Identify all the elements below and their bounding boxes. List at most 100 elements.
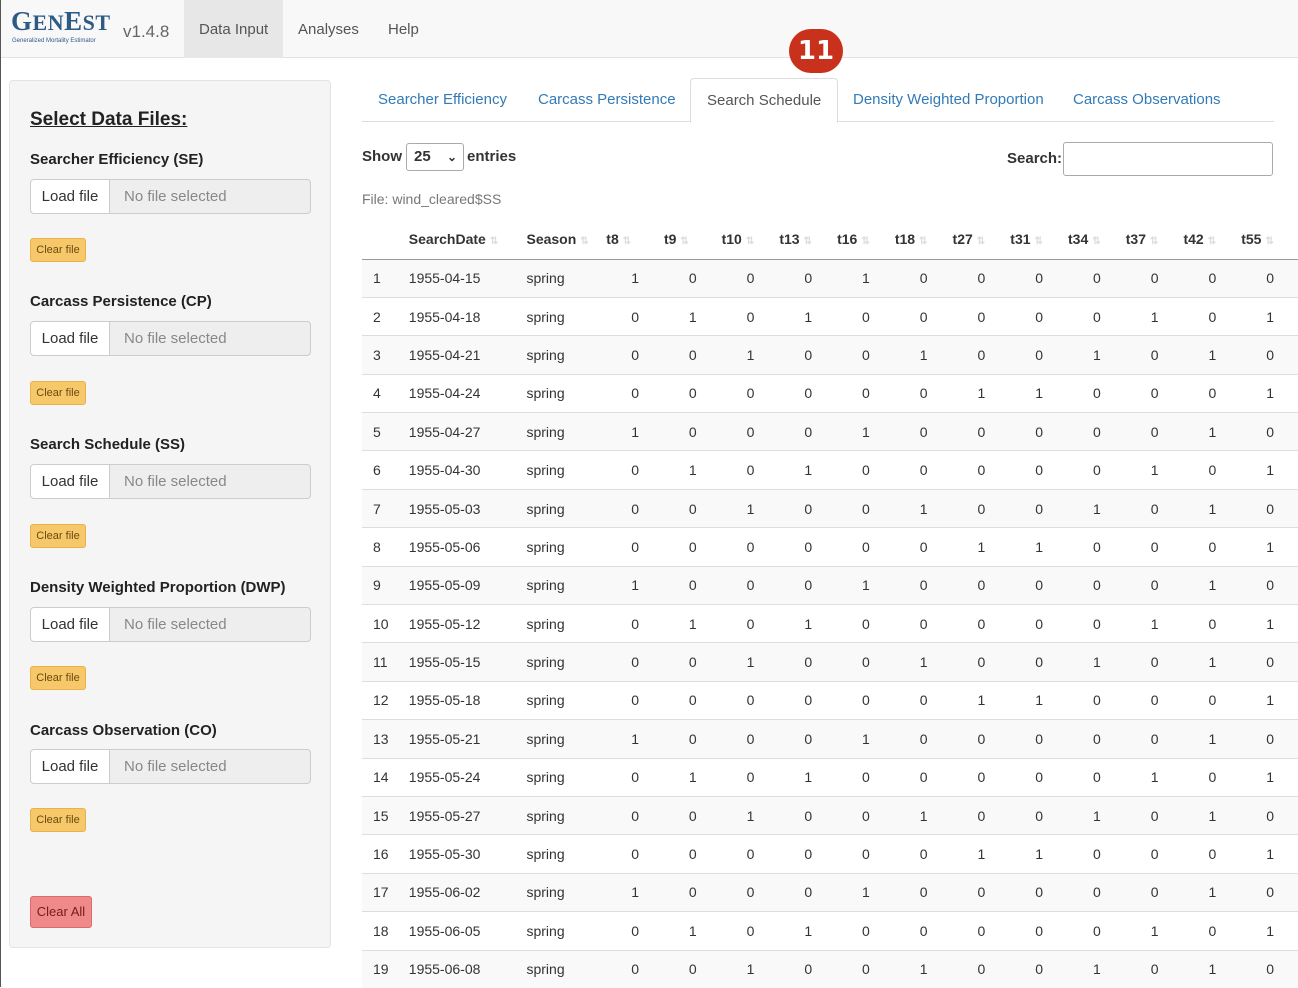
- ss-file-field[interactable]: No file selected: [109, 464, 311, 499]
- table-cell: 0: [721, 719, 780, 759]
- tab-search-schedule[interactable]: Search Schedule: [690, 78, 839, 123]
- table-row[interactable]: 17 1955-06-02 spring 1 0 0 0 1 0 0 0 0 0 1 0: [362, 872, 1298, 912]
- table-cell: 0: [1125, 335, 1184, 375]
- entries-select[interactable]: 25 ⌄: [406, 143, 464, 171]
- table-cell: 0: [663, 335, 722, 375]
- entries-label: entries: [467, 148, 517, 165]
- table-cell: 0: [1125, 258, 1184, 298]
- table-cell: 1: [894, 488, 953, 528]
- column-header-index[interactable]: [362, 219, 409, 260]
- se-clear-button[interactable]: Clear file: [30, 238, 86, 262]
- cp-file-field[interactable]: No file selected: [109, 321, 311, 356]
- table-cell: 0: [894, 373, 953, 413]
- table-cell: 0: [721, 527, 780, 567]
- dwp-clear-button[interactable]: Clear file: [30, 666, 86, 690]
- table-row[interactable]: 18 1955-06-05 spring 0 1 0 1 0 0 0 0 0 1 0 1: [362, 911, 1298, 951]
- dwp-load-button[interactable]: Load file: [30, 607, 110, 642]
- table-cell: 1: [837, 412, 895, 451]
- column-header-t37[interactable]: t37 ⇅: [1125, 219, 1184, 260]
- table-cell: 0: [721, 258, 780, 298]
- table-row[interactable]: 6 1955-04-30 spring 0 1 0 1 0 0 0 0 0 1 0 1: [362, 450, 1298, 490]
- ss-clear-button[interactable]: Clear file: [30, 524, 86, 548]
- sort-icon: ⇅: [976, 235, 986, 247]
- table-row[interactable]: 14 1955-05-24 spring 0 1 0 1 0 0 0 0 0 1 0 1: [362, 757, 1298, 797]
- column-header-t10[interactable]: t10 ⇅: [721, 219, 780, 260]
- table-cell: 0: [1068, 412, 1126, 451]
- table-cell: 0: [837, 680, 895, 720]
- co-load-button[interactable]: Load file: [30, 749, 110, 784]
- column-header-t8[interactable]: t8 ⇅: [606, 219, 664, 260]
- tab-density-weighted-proportion[interactable]: Density Weighted Proportion: [837, 78, 1060, 122]
- se-file-group: Load file No file selected: [30, 179, 311, 214]
- table-cell: 0: [721, 834, 780, 874]
- table-row[interactable]: 5 1955-04-27 spring 1 0 0 0 1 0 0 0 0 0 1 0: [362, 412, 1298, 451]
- table-row[interactable]: 3 1955-04-21 spring 0 0 1 0 0 1 0 0 1 0 1 0: [362, 335, 1298, 375]
- table-row[interactable]: 15 1955-05-27 spring 0 0 1 0 0 1 0 0 1 0 1 0: [362, 795, 1298, 835]
- column-header-t34[interactable]: t34 ⇅: [1068, 219, 1126, 260]
- ss-load-button[interactable]: Load file: [30, 464, 110, 499]
- cp-load-button[interactable]: Load file: [30, 321, 110, 356]
- table-cell: 1955-05-12: [408, 604, 527, 643]
- co-file-field[interactable]: No file selected: [109, 749, 311, 784]
- column-header-t9[interactable]: t9 ⇅: [663, 219, 722, 260]
- table-cell: 0: [894, 719, 953, 759]
- tab-searcher-efficiency[interactable]: Searcher Efficiency: [362, 78, 523, 122]
- table-cell: 0: [1068, 872, 1126, 912]
- table-row[interactable]: 10 1955-05-12 spring 0 1 0 1 0 0 0 0 0 1 0 1: [362, 604, 1298, 643]
- tab-carcass-persistence[interactable]: Carcass Persistence: [522, 78, 692, 122]
- table-row[interactable]: 2 1955-04-18 spring 0 1 0 1 0 0 0 0 0 1 0 1: [362, 296, 1298, 336]
- tab-carcass-observations[interactable]: Carcass Observations: [1057, 78, 1237, 122]
- table-row[interactable]: 12 1955-05-18 spring 0 0 0 0 0 0 1 1 0 0 0 1: [362, 680, 1298, 720]
- table-cell: 0: [1068, 834, 1126, 874]
- table-cell: spring: [526, 258, 607, 298]
- table-row[interactable]: 16 1955-05-30 spring 0 0 0 0 0 0 1 1 0 0 0 1: [362, 834, 1298, 874]
- column-header-t55[interactable]: t55 ⇅: [1241, 219, 1298, 260]
- table-cell: 0: [1241, 795, 1298, 835]
- table-row[interactable]: 1 1955-04-15 spring 1 0 0 0 1 0 0 0 0 0 0 0: [362, 258, 1298, 298]
- dwp-label: Density Weighted Proportion (DWP): [30, 579, 286, 596]
- table-row[interactable]: 8 1955-05-06 spring 0 0 0 0 0 0 1 1 0 0 0 1: [362, 527, 1298, 567]
- column-header-t27[interactable]: t27 ⇅: [952, 219, 1011, 260]
- version-label: v1.4.8: [123, 22, 170, 41]
- search-input[interactable]: [1063, 142, 1273, 176]
- dwp-file-field[interactable]: No file selected: [109, 607, 311, 642]
- column-header-season[interactable]: Season ⇅: [526, 219, 607, 260]
- table-cell: 0: [779, 373, 838, 413]
- sort-icon: ⇅: [580, 235, 589, 247]
- table-row[interactable]: 9 1955-05-09 spring 1 0 0 0 1 0 0 0 0 0 1 0: [362, 565, 1298, 605]
- table-cell: 0: [721, 911, 780, 951]
- co-clear-button[interactable]: Clear file: [30, 808, 86, 832]
- column-header-t16[interactable]: t16 ⇅: [837, 219, 895, 260]
- table-cell: 9: [362, 565, 409, 605]
- column-header-searchdate[interactable]: SearchDate ⇅: [408, 219, 527, 260]
- cp-label: Carcass Persistence (CP): [30, 293, 212, 310]
- show-label: Show: [362, 148, 402, 165]
- table-cell: 1: [779, 911, 838, 951]
- se-file-field[interactable]: No file selected: [109, 179, 311, 214]
- se-load-button[interactable]: Load file: [30, 179, 110, 214]
- column-header-t42[interactable]: t42 ⇅: [1183, 219, 1242, 260]
- table-cell: 0: [1183, 373, 1242, 413]
- table-row[interactable]: 13 1955-05-21 spring 1 0 0 0 1 0 0 0 0 0 1 0: [362, 719, 1298, 759]
- table-cell: 0: [837, 527, 895, 567]
- clear-all-button[interactable]: Clear All: [30, 896, 92, 928]
- table-cell: spring: [526, 412, 607, 451]
- table-cell: 10: [362, 604, 409, 643]
- table-cell: 1: [1183, 642, 1242, 682]
- cp-clear-button[interactable]: Clear file: [30, 381, 86, 405]
- table-cell: 0: [952, 258, 1011, 298]
- nav-data-input[interactable]: Data Input: [184, 0, 284, 58]
- table-row[interactable]: 11 1955-05-15 spring 0 0 1 0 0 1 0 0 1 0 1 0: [362, 642, 1298, 682]
- table-row[interactable]: 19 1955-06-08 spring 0 0 1 0 0 1 0 0 1 0 1 0: [362, 949, 1298, 988]
- table-row[interactable]: 7 1955-05-03 spring 0 0 1 0 0 1 0 0 1 0 1 0: [362, 488, 1298, 528]
- genest-logo[interactable]: GENEST Generalized Mortality Estimator v…: [11, 6, 181, 52]
- table-cell: 0: [894, 450, 953, 490]
- nav-analyses[interactable]: Analyses: [283, 0, 374, 58]
- table-cell: 0: [779, 488, 838, 528]
- nav-help[interactable]: Help: [373, 0, 434, 58]
- column-header-t31[interactable]: t31 ⇅: [1010, 219, 1069, 260]
- file-name-label: File: wind_cleared$SS: [362, 191, 502, 207]
- column-header-t18[interactable]: t18 ⇅: [894, 219, 953, 260]
- column-header-t13[interactable]: t13 ⇅: [779, 219, 838, 260]
- table-row[interactable]: 4 1955-04-24 spring 0 0 0 0 0 0 1 1 0 0 0 1: [362, 373, 1298, 413]
